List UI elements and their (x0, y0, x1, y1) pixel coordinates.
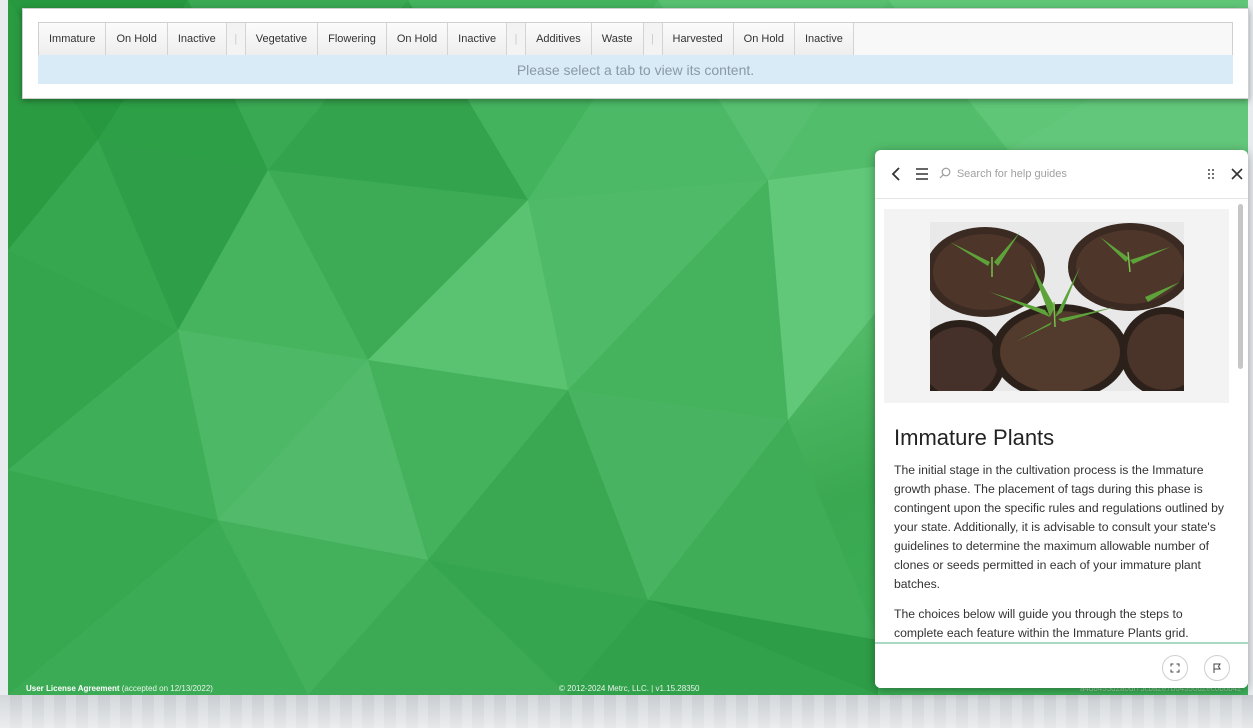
plants-tab-bar: Immature On Hold Inactive | Vegetative F… (38, 22, 1233, 56)
footer-license: User License Agreement (accepted on 12/1… (26, 684, 213, 693)
tab-bar-fill (853, 23, 1232, 55)
tab-harvested[interactable]: Harvested (662, 23, 734, 55)
tab-harvested-inactive[interactable]: Inactive (795, 23, 854, 55)
flag-icon[interactable] (1204, 655, 1230, 681)
tab-plants-on-hold[interactable]: On Hold (386, 23, 449, 55)
help-panel: Immature Plants The initial stage in the… (875, 150, 1248, 688)
tab-separator: | (643, 23, 663, 55)
help-header (875, 150, 1248, 199)
help-paragraph-guide: The choices below will guide you through… (894, 607, 1189, 640)
seedling-pots-image (930, 222, 1184, 391)
help-search (939, 167, 1158, 182)
help-paragraph-intro: The initial stage in the cultivation pro… (894, 463, 1224, 591)
bottom-strip (0, 695, 1253, 728)
top-panel: Immature On Hold Inactive | Vegetative F… (22, 8, 1249, 99)
help-image-frame (884, 209, 1229, 403)
help-footer (875, 642, 1248, 688)
help-scrollbar[interactable] (1238, 202, 1244, 642)
close-icon[interactable] (1226, 163, 1248, 185)
drag-handle-icon[interactable] (1200, 163, 1222, 185)
tab-waste[interactable]: Waste (591, 23, 644, 55)
scrollbar-thumb[interactable] (1238, 204, 1243, 369)
tab-immature-on-hold[interactable]: On Hold (106, 23, 168, 55)
tab-additives[interactable]: Additives (526, 23, 592, 55)
expand-icon[interactable] (1162, 655, 1188, 681)
help-title: Immature Plants (894, 425, 1055, 450)
license-agreement-link[interactable]: User License Agreement (26, 684, 120, 693)
back-icon[interactable] (885, 163, 907, 185)
help-search-input[interactable] (954, 167, 1149, 181)
license-accepted-note: (accepted on 12/13/2022) (121, 684, 213, 693)
search-icon (939, 167, 951, 182)
tab-plants-inactive[interactable]: Inactive (448, 23, 508, 55)
info-message: Please select a tab to view its content. (38, 55, 1233, 84)
menu-icon[interactable] (911, 163, 933, 185)
tab-immature[interactable]: Immature (39, 23, 107, 55)
tab-immature-inactive[interactable]: Inactive (167, 23, 227, 55)
tab-vegetative[interactable]: Vegetative (245, 23, 319, 55)
tab-separator: | (507, 23, 527, 55)
tab-flowering[interactable]: Flowering (318, 23, 387, 55)
help-content: Immature Plants The initial stage in the… (875, 199, 1236, 642)
footer-copyright: © 2012-2024 Metrc, LLC. | v1.15.28350 (559, 684, 700, 693)
tab-separator: | (226, 23, 246, 55)
tab-harvested-on-hold[interactable]: On Hold (733, 23, 795, 55)
